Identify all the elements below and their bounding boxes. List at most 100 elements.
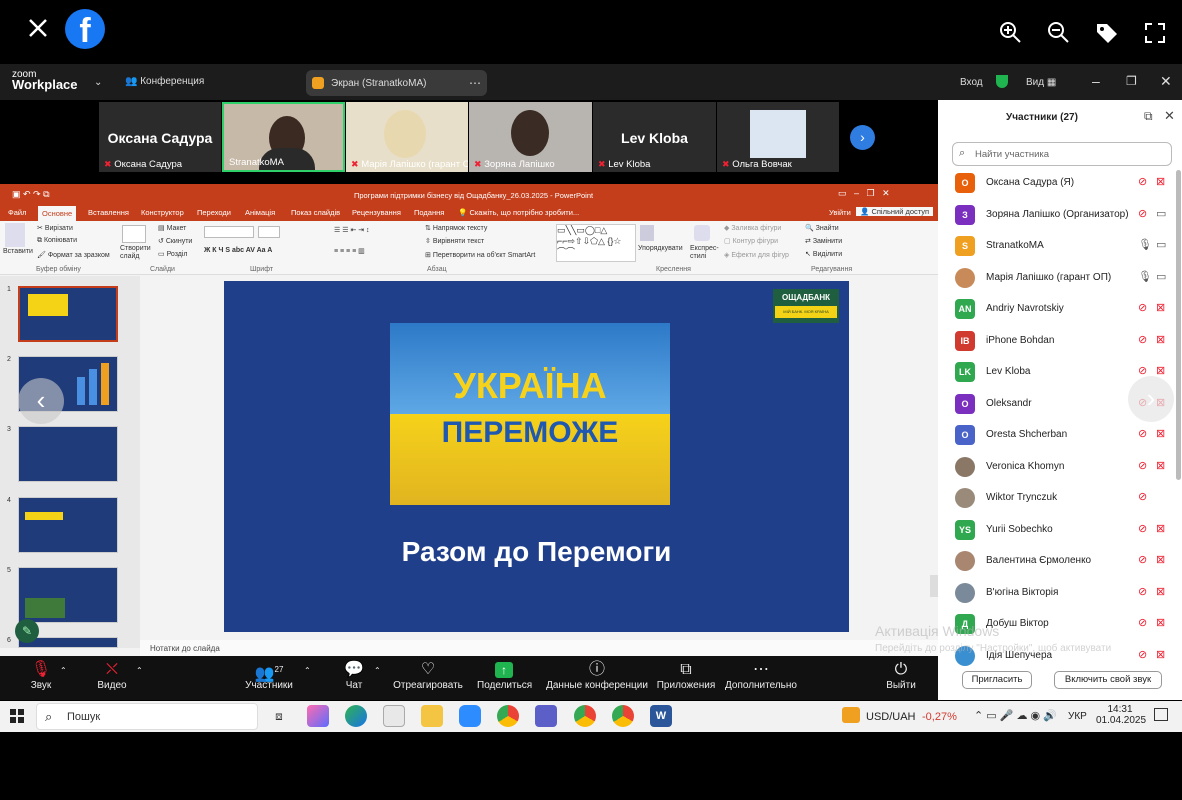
arrange-button[interactable]: Упорядкувати: [638, 245, 683, 253]
zoom-app-icon[interactable]: [459, 705, 481, 727]
unmute-self-button[interactable]: Включить свой звук: [1054, 671, 1162, 689]
shape-outline-button[interactable]: ▢ Контур фігури: [724, 237, 778, 245]
font-format-buttons[interactable]: Ж К Ч S abc AV Aa A: [204, 247, 272, 254]
participant-row[interactable]: YS Yurii Sobechko ⊘ ⊠: [952, 517, 1172, 547]
participant-row[interactable]: IB iPhone Bohdan ⊘ ⊠: [952, 328, 1172, 358]
audio-button[interactable]: 🎙 Звук: [26, 660, 56, 691]
list-buttons[interactable]: ☰ ☰ ⇤ ⇥ ↕: [334, 226, 370, 234]
tab-design[interactable]: Конструктор: [141, 208, 184, 217]
tab-review[interactable]: Рецензування: [352, 208, 401, 217]
word-icon[interactable]: W: [650, 705, 672, 727]
apps-button[interactable]: ⧉ Приложения: [656, 660, 716, 691]
save-icon[interactable]: ▣ ↶ ↷ ⧉: [12, 189, 50, 200]
format-painter-button[interactable]: 🖌 Формат за зразком: [37, 251, 110, 259]
zoom-out-icon[interactable]: [1046, 20, 1072, 46]
align-buttons[interactable]: ≡ ≡ ≡ ≡ ▥: [334, 247, 365, 255]
section-button[interactable]: ▭ Розділ: [158, 250, 188, 258]
video-tile[interactable]: Lev Kloba ✖ Lev Kloba: [593, 102, 716, 172]
more-button[interactable]: ⋯ Дополнительно: [725, 660, 797, 691]
currency-label[interactable]: USD/UAH: [866, 711, 916, 723]
task-view-icon[interactable]: ⧈: [268, 705, 290, 727]
meeting-info-button[interactable]: ⓘ Данные конференции: [546, 660, 648, 691]
chrome-icon[interactable]: [497, 705, 519, 727]
tab-transitions[interactable]: Переходи: [197, 208, 231, 217]
store-icon[interactable]: [383, 705, 405, 727]
leave-button[interactable]: ⏻ Выйти: [884, 660, 918, 691]
scrollbar[interactable]: [930, 575, 938, 597]
panel-close-icon[interactable]: ✕: [1164, 108, 1175, 124]
participant-row[interactable]: О Оксана Садура (Я) ⊘ ⊠: [952, 170, 1172, 200]
close-icon[interactable]: [24, 14, 52, 42]
shape-fill-button[interactable]: ◆ Заливка фігури: [724, 224, 781, 232]
font-size-input[interactable]: [258, 226, 280, 238]
popout-icon[interactable]: ⧉: [1144, 109, 1153, 124]
video-tile[interactable]: StranatkoMA: [222, 102, 345, 172]
reset-button[interactable]: ↺ Скинути: [158, 237, 192, 245]
minimize-icon[interactable]: –: [1092, 73, 1100, 89]
windows-start-icon[interactable]: [10, 709, 24, 723]
video-tile[interactable]: ✖ Марія Лапішко (гарант О...: [346, 102, 468, 172]
next-videos-icon[interactable]: ›: [850, 125, 875, 150]
tab-insert[interactable]: Вставлення: [88, 208, 129, 217]
slide-thumb[interactable]: [18, 286, 118, 342]
paste-icon[interactable]: [5, 223, 25, 247]
arrange-icon[interactable]: [640, 225, 654, 241]
replace-button[interactable]: ⇄ Замінити: [805, 237, 842, 245]
more-icon[interactable]: ⋯: [469, 76, 481, 90]
taskbar-search[interactable]: ⌕ Пошук: [36, 703, 258, 730]
tab-animations[interactable]: Анімація: [245, 208, 275, 217]
previous-icon[interactable]: ‹: [18, 378, 64, 424]
participant-row[interactable]: Валентина Єрмоленко ⊘ ⊠: [952, 548, 1172, 578]
video-tile[interactable]: ✖ Зоряна Лапішко: [469, 102, 592, 172]
teams-icon[interactable]: [535, 705, 557, 727]
video-button[interactable]: ⛌ Видео: [94, 660, 130, 691]
window-controls[interactable]: ▭ – ❐ ✕: [838, 188, 890, 199]
share-button[interactable]: 👤 Спільний доступ: [856, 207, 934, 216]
chevron-down-icon[interactable]: ⌄: [94, 77, 102, 88]
participant-row[interactable]: S StranatkoMA 🎙 ▭: [952, 233, 1172, 263]
tab-file[interactable]: Файл: [8, 208, 26, 217]
fullscreen-icon[interactable]: [1142, 20, 1168, 46]
paste-button[interactable]: Вставити: [3, 248, 33, 255]
participant-row[interactable]: З Зоряна Лапішко (Организатор) ⊘ ▭: [952, 202, 1172, 232]
participant-search-input[interactable]: ⌕ Найти участника: [952, 142, 1172, 166]
screen-share-indicator[interactable]: Экран (StranatkoMA) ⋯: [306, 70, 487, 96]
share-screen-button[interactable]: ↑ Поделиться: [477, 660, 532, 691]
chrome-profile-icon[interactable]: [574, 705, 596, 727]
font-name-input[interactable]: [204, 226, 254, 238]
tell-me-input[interactable]: 💡 Скажіть, що потрібно зробити...: [458, 208, 579, 217]
participant-row[interactable]: O Oresta Shcherban ⊘ ⊠: [952, 422, 1172, 452]
restore-icon[interactable]: ❐: [1126, 74, 1137, 88]
currency-widget-icon[interactable]: [842, 707, 860, 723]
facebook-logo-icon[interactable]: f: [65, 9, 105, 49]
panel-scrollbar[interactable]: [1176, 170, 1181, 480]
participant-row[interactable]: AN Andriy Navrotskiy ⊘ ⊠: [952, 296, 1172, 326]
slide-notes[interactable]: Нотатки до слайда: [140, 640, 938, 656]
quick-styles-button[interactable]: Експрес-стилі: [690, 245, 722, 261]
pencil-icon[interactable]: ✎: [15, 619, 39, 643]
chevron-up-icon[interactable]: ⌃: [374, 666, 381, 675]
find-button[interactable]: 🔍 Знайти: [805, 224, 839, 232]
language-indicator[interactable]: УКР: [1068, 711, 1087, 722]
video-tile[interactable]: ✖ Ольга Вовчак: [717, 102, 839, 172]
cut-button[interactable]: ✂ Вирізати: [37, 224, 73, 232]
participant-row[interactable]: Марія Лапішко (гарант ОП) 🎙 ▭: [952, 265, 1172, 295]
video-tile[interactable]: Оксана Садура ✖ Оксана Садура: [99, 102, 221, 172]
next-icon[interactable]: ›: [1128, 376, 1174, 422]
login-button[interactable]: Вход: [960, 77, 983, 88]
smartart-button[interactable]: ⊞ Перетворити на об'єкт SmartArt: [425, 251, 535, 259]
window-close-icon[interactable]: ✕: [1160, 73, 1172, 90]
new-slide-icon[interactable]: [122, 225, 146, 243]
notification-icon[interactable]: [1154, 708, 1168, 721]
edge-icon[interactable]: [345, 705, 367, 727]
react-button[interactable]: ♡ Отреагировать: [393, 660, 463, 691]
copilot-icon[interactable]: [307, 705, 329, 727]
slide-thumb[interactable]: [18, 567, 118, 623]
tab-view[interactable]: Подання: [414, 208, 444, 217]
zoom-in-icon[interactable]: [998, 20, 1024, 46]
slide-thumb[interactable]: [18, 426, 118, 482]
chevron-up-icon[interactable]: ⌃: [304, 666, 311, 675]
signin-link[interactable]: Увійти: [829, 208, 851, 217]
participant-row[interactable]: Wiktor Trynczuk ⊘: [952, 485, 1172, 515]
explorer-icon[interactable]: [421, 705, 443, 727]
